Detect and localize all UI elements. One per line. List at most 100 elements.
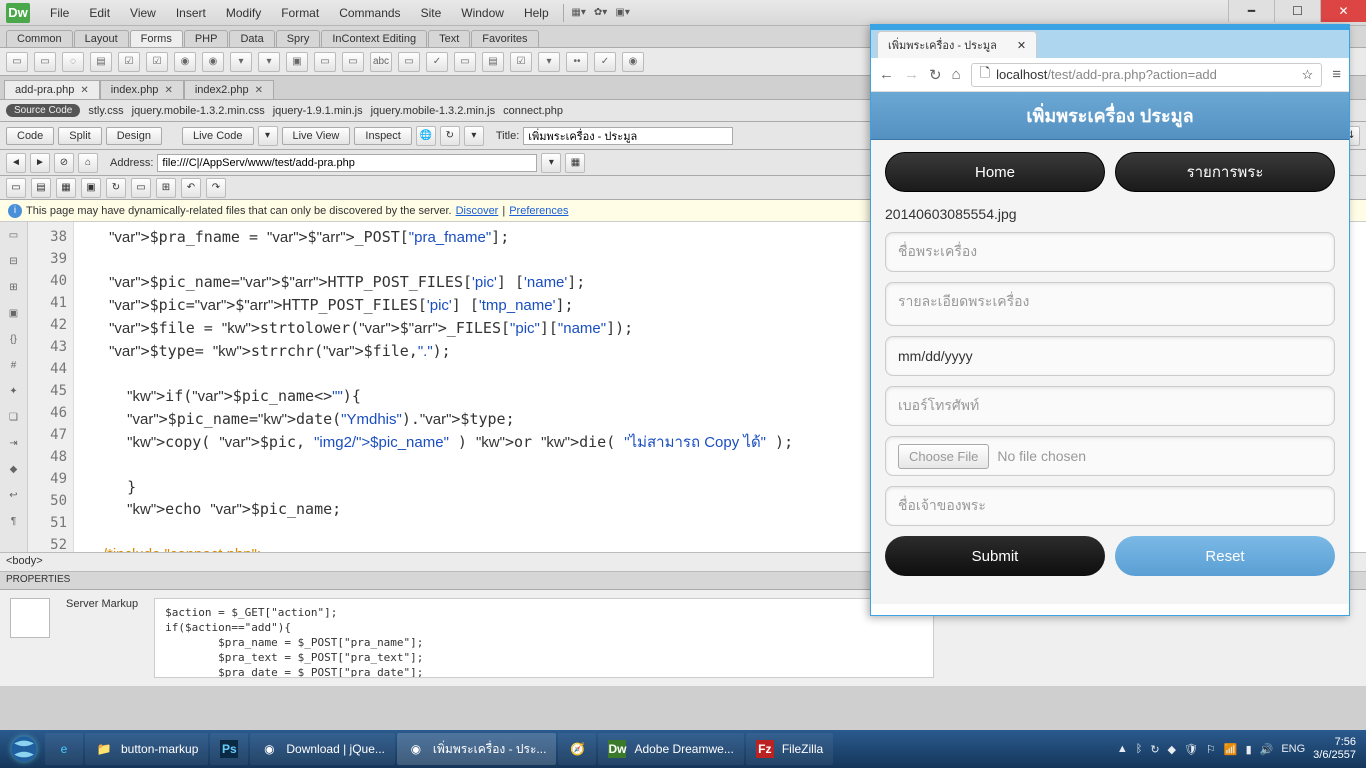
forward-icon[interactable]: ► xyxy=(30,153,50,173)
tab-php[interactable]: PHP xyxy=(184,30,229,47)
refresh-icon[interactable]: ↻ xyxy=(106,178,126,198)
highlight-icon[interactable]: ✦ xyxy=(5,382,23,400)
show-code-icon[interactable]: ▤ xyxy=(31,178,51,198)
close-tab-icon[interactable]: ✕ xyxy=(255,85,263,96)
label-icon[interactable]: abc xyxy=(370,52,392,72)
split-view-button[interactable]: Split xyxy=(58,127,101,145)
checkboxgroup-icon[interactable]: ☑ xyxy=(146,52,168,72)
tab-data[interactable]: Data xyxy=(229,30,274,47)
menu-help[interactable]: Help xyxy=(514,6,559,20)
expand-icon[interactable]: ⊞ xyxy=(5,278,23,296)
tab-spry[interactable]: Spry xyxy=(276,30,321,47)
textarea-icon[interactable]: ▤ xyxy=(90,52,112,72)
menu-edit[interactable]: Edit xyxy=(79,6,120,20)
stop-icon[interactable]: ⊘ xyxy=(54,153,74,173)
related-file[interactable]: jquery-1.9.1.min.js xyxy=(273,105,363,117)
pra-name-input[interactable]: ชื่อพระเครื่อง xyxy=(885,232,1335,272)
refresh-icon[interactable]: ↻ xyxy=(440,126,460,146)
pra-detail-textarea[interactable]: รายละเอียดพระเครื่อง xyxy=(885,282,1335,326)
clock[interactable]: 7:56 3/6/2557 xyxy=(1313,736,1356,762)
spry-textarea-icon[interactable]: ▤ xyxy=(482,52,504,72)
menu-format[interactable]: Format xyxy=(271,6,329,20)
list-button[interactable]: รายการพระ xyxy=(1115,152,1335,192)
reload-icon[interactable]: ↻ xyxy=(929,66,942,84)
spry-confirm-icon[interactable]: ✓ xyxy=(594,52,616,72)
owner-input[interactable]: ชื่อเจ้าของพระ xyxy=(885,486,1335,526)
task-chrome-download[interactable]: ◉Download | jQue... xyxy=(250,733,395,765)
forward-icon[interactable]: → xyxy=(904,66,919,83)
flag-icon[interactable]: ⚐ xyxy=(1206,743,1216,756)
form-icon[interactable]: ▭ xyxy=(6,52,28,72)
bluetooth-icon[interactable]: ᛒ xyxy=(1136,743,1143,755)
redo-icon[interactable]: ↷ xyxy=(206,178,226,198)
collapse-icon[interactable]: ⊟ xyxy=(5,252,23,270)
discover-link[interactable]: Discover xyxy=(456,205,499,217)
tab-layout[interactable]: Layout xyxy=(74,30,129,47)
code-view-button[interactable]: Code xyxy=(6,127,54,145)
shield-icon[interactable]: 🛡 xyxy=(1184,743,1198,756)
preferences-link[interactable]: Preferences xyxy=(509,205,568,217)
live-view-button[interactable]: Live View xyxy=(282,127,351,145)
design-view-button[interactable]: Design xyxy=(106,127,162,145)
radiogroup-icon[interactable]: ◉ xyxy=(202,52,224,72)
checkbox-icon[interactable]: ☑ xyxy=(118,52,140,72)
spry-checkbox-icon[interactable]: ☑ xyxy=(510,52,532,72)
task-ie[interactable]: e xyxy=(45,733,83,765)
maximize-button[interactable]: ☐ xyxy=(1274,0,1320,22)
undo-icon[interactable]: ↶ xyxy=(181,178,201,198)
tray-up-icon[interactable]: ▲ xyxy=(1117,743,1128,755)
spry-text-icon[interactable]: ▭ xyxy=(454,52,476,72)
tab-forms[interactable]: Forms xyxy=(130,30,183,47)
radio-icon[interactable]: ◉ xyxy=(174,52,196,72)
close-tab-icon[interactable]: ✕ xyxy=(164,85,172,96)
code-navigator-icon[interactable]: ⊞ xyxy=(156,178,176,198)
task-filezilla[interactable]: FzFileZilla xyxy=(746,733,833,765)
volume-icon[interactable]: 🔊 xyxy=(1260,743,1274,756)
live-code-button[interactable]: Live Code xyxy=(182,127,254,145)
tab-incontext[interactable]: InContext Editing xyxy=(321,30,427,47)
star-icon[interactable]: ☆ xyxy=(1302,67,1314,83)
related-file[interactable]: connect.php xyxy=(503,105,563,117)
close-tab-icon[interactable]: ✕ xyxy=(1017,39,1026,52)
livecode-options-icon[interactable]: ▾ xyxy=(258,126,278,146)
doc-tab-index[interactable]: index.php✕ xyxy=(100,80,184,99)
auto-indent-icon[interactable]: ⇥ xyxy=(5,434,23,452)
menu-window[interactable]: Window xyxy=(451,6,514,20)
minimize-button[interactable]: ━ xyxy=(1228,0,1274,22)
layout-dropdown-icon[interactable]: ▦▾ xyxy=(570,4,588,22)
source-code-badge[interactable]: Source Code xyxy=(6,104,80,117)
select-icon[interactable]: ▾ xyxy=(230,52,252,72)
task-photoshop[interactable]: Ps xyxy=(210,733,248,765)
close-tab-icon[interactable]: ✕ xyxy=(80,85,88,96)
word-wrap-icon[interactable]: ↩ xyxy=(5,486,23,504)
start-button[interactable] xyxy=(4,733,44,765)
tab-common[interactable]: Common xyxy=(6,30,73,47)
address-dropdown-icon[interactable]: ▾ xyxy=(541,153,561,173)
task-chrome-active[interactable]: ◉เพิ่มพระเครื่อง - ประ... xyxy=(397,733,557,765)
related-file[interactable]: stly.css xyxy=(88,105,123,117)
address-input[interactable] xyxy=(157,154,537,172)
filefield-icon[interactable]: ▭ xyxy=(314,52,336,72)
pra-date-input[interactable]: mm/dd/yyyy xyxy=(885,336,1335,376)
home-button[interactable]: Home xyxy=(885,152,1105,192)
tab-text[interactable]: Text xyxy=(428,30,470,47)
browser-tab[interactable]: เพิ่มพระเครื่อง - ประมูล ✕ xyxy=(877,31,1037,58)
submit-button[interactable]: Submit xyxy=(885,536,1105,576)
close-button[interactable]: ✕ xyxy=(1320,0,1366,22)
back-icon[interactable]: ◄ xyxy=(6,153,26,173)
home-icon[interactable]: ⌂ xyxy=(78,153,98,173)
jumpmenu-icon[interactable]: ▾ xyxy=(258,52,280,72)
menu-file[interactable]: File xyxy=(40,6,79,20)
task-explorer[interactable]: 📁button-markup xyxy=(85,733,208,765)
menu-site[interactable]: Site xyxy=(411,6,452,20)
hidden-icon[interactable]: ◌ xyxy=(62,52,84,72)
menu-modify[interactable]: Modify xyxy=(216,6,271,20)
button-icon[interactable]: ▭ xyxy=(342,52,364,72)
extensions-dropdown-icon[interactable]: ▣▾ xyxy=(614,4,632,22)
server-markup-code[interactable]: $action = $_GET["action"]; if($action=="… xyxy=(154,598,934,678)
lang-indicator[interactable]: ENG xyxy=(1281,743,1305,755)
spry-select-icon[interactable]: ▾ xyxy=(538,52,560,72)
reset-button[interactable]: Reset xyxy=(1115,536,1335,576)
sync-icon[interactable]: ↻ xyxy=(1150,743,1159,756)
imagefield-icon[interactable]: ▣ xyxy=(286,52,308,72)
